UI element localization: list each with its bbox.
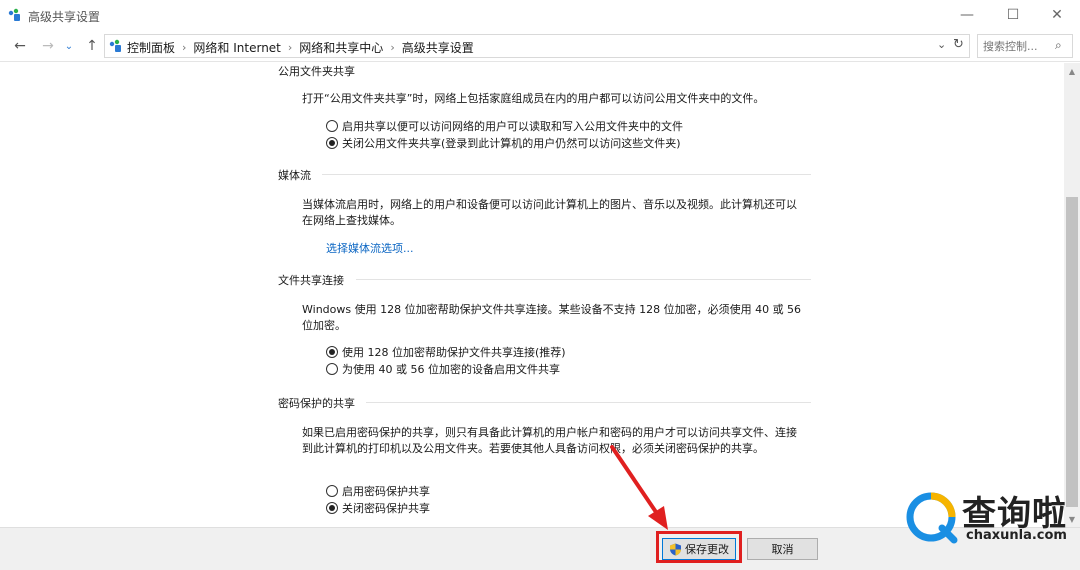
- breadcrumb-separator[interactable]: ›: [390, 41, 394, 54]
- media-heading: 媒体流: [278, 167, 811, 183]
- file-sharing-option-40-56bit[interactable]: 为使用 40 或 56 位加密的设备启用文件共享: [326, 361, 560, 377]
- breadcrumb-advanced-sharing[interactable]: 高级共享设置: [402, 39, 474, 56]
- radio-button[interactable]: [326, 363, 338, 375]
- file-sharing-option-128bit[interactable]: 使用 128 位加密帮助保护文件共享连接(推荐): [326, 344, 566, 360]
- radio-button[interactable]: [326, 120, 338, 132]
- title-bar: 高级共享设置 — ☐ ✕: [0, 0, 1080, 30]
- section-heading-text: 公用文件夹共享: [278, 65, 355, 78]
- public-folder-option-disable[interactable]: 关闭公用文件夹共享(登录到此计算机的用户仍然可以访问这些文件夹): [326, 135, 681, 151]
- scroll-thumb[interactable]: [1066, 197, 1078, 507]
- settings-content: 公用文件夹共享 打开“公用文件夹共享”时，网络上包括家庭组成员在内的用户都可以访…: [0, 63, 1064, 527]
- section-divider: [322, 174, 811, 175]
- section-heading-text: 媒体流: [278, 169, 311, 182]
- close-button[interactable]: ✕: [1034, 0, 1080, 30]
- section-divider: [356, 279, 811, 280]
- radio-label: 启用共享以便可以访问网络的用户可以读取和写入公用文件夹中的文件: [342, 120, 683, 133]
- radio-button-checked[interactable]: [326, 502, 338, 514]
- public-folder-heading: 公用文件夹共享: [278, 63, 355, 79]
- minimize-button[interactable]: —: [944, 0, 990, 30]
- window-title: 高级共享设置: [28, 10, 101, 24]
- radio-button-checked[interactable]: [326, 346, 338, 358]
- search-icon[interactable]: ⌕: [1055, 38, 1062, 53]
- vertical-scrollbar[interactable]: ▲ ▼: [1064, 63, 1080, 527]
- search-box[interactable]: ⌕: [977, 34, 1073, 58]
- network-app-icon: [8, 8, 20, 21]
- radio-label: 关闭公用文件夹共享(登录到此计算机的用户仍然可以访问这些文件夹): [342, 137, 681, 150]
- annotation-highlight-box: [656, 531, 742, 563]
- watermark-logo: 查询啦 chaxunla.com: [900, 484, 1070, 550]
- up-button[interactable]: ↑: [82, 36, 102, 56]
- address-bar[interactable]: 控制面板 › 网络和 Internet › 网络和共享中心 › 高级共享设置 ⌄…: [104, 34, 970, 58]
- cancel-button[interactable]: 取消: [747, 538, 818, 560]
- password-sharing-description: 如果已启用密码保护的共享，则只有具备此计算机的用户帐户和密码的用户才可以访问共享…: [302, 426, 797, 455]
- breadcrumb-network-sharing-center[interactable]: 网络和共享中心: [299, 39, 383, 56]
- radio-button[interactable]: [326, 485, 338, 497]
- recent-locations-button[interactable]: ⌄: [62, 36, 76, 56]
- back-button[interactable]: ←: [10, 36, 30, 56]
- media-description: 当媒体流启用时，网络上的用户和设备便可以访问此计算机上的图片、音乐以及视频。此计…: [302, 198, 797, 227]
- password-option-disable[interactable]: 关闭密码保护共享: [326, 500, 430, 516]
- public-folder-description: 打开“公用文件夹共享”时，网络上包括家庭组成员在内的用户都可以访问公用文件夹中的…: [302, 92, 765, 105]
- chevron-down-icon[interactable]: ⌄: [937, 38, 946, 51]
- refresh-icon[interactable]: ↻: [953, 37, 964, 52]
- password-sharing-heading: 密码保护的共享: [278, 395, 811, 411]
- maximize-button[interactable]: ☐: [990, 0, 1036, 30]
- radio-label: 为使用 40 或 56 位加密的设备启用文件共享: [342, 363, 560, 376]
- network-icon: [109, 39, 121, 52]
- radio-label: 使用 128 位加密帮助保护文件共享连接(推荐): [342, 346, 566, 359]
- radio-label: 启用密码保护共享: [342, 485, 430, 498]
- section-heading-text: 文件共享连接: [278, 274, 344, 287]
- media-streaming-options-link[interactable]: 选择媒体流选项...: [326, 240, 414, 256]
- breadcrumb-network-internet[interactable]: 网络和 Internet: [193, 39, 280, 56]
- watermark-q-icon: [906, 492, 958, 544]
- section-heading-text: 密码保护的共享: [278, 397, 355, 410]
- breadcrumb-separator[interactable]: ›: [288, 41, 292, 54]
- public-folder-option-enable[interactable]: 启用共享以便可以访问网络的用户可以读取和写入公用文件夹中的文件: [326, 118, 683, 134]
- file-sharing-heading: 文件共享连接: [278, 272, 811, 288]
- forward-button[interactable]: →: [38, 36, 58, 56]
- radio-button-checked[interactable]: [326, 137, 338, 149]
- breadcrumb: 控制面板 › 网络和 Internet › 网络和共享中心 › 高级共享设置: [127, 39, 474, 56]
- password-option-enable[interactable]: 启用密码保护共享: [326, 483, 430, 499]
- breadcrumb-separator[interactable]: ›: [182, 41, 186, 54]
- breadcrumb-control-panel[interactable]: 控制面板: [127, 39, 175, 56]
- section-divider: [366, 402, 811, 403]
- file-sharing-description: Windows 使用 128 位加密帮助保护文件共享连接。某些设备不支持 128…: [302, 303, 802, 332]
- watermark-domain: chaxunla.com: [966, 528, 1067, 543]
- search-input[interactable]: [983, 38, 1053, 54]
- scroll-up-icon[interactable]: ▲: [1064, 63, 1080, 79]
- navigation-bar: ← → ⌄ ↑ 控制面板 › 网络和 Internet › 网络和共享中心 › …: [0, 30, 1080, 62]
- radio-label: 关闭密码保护共享: [342, 502, 430, 515]
